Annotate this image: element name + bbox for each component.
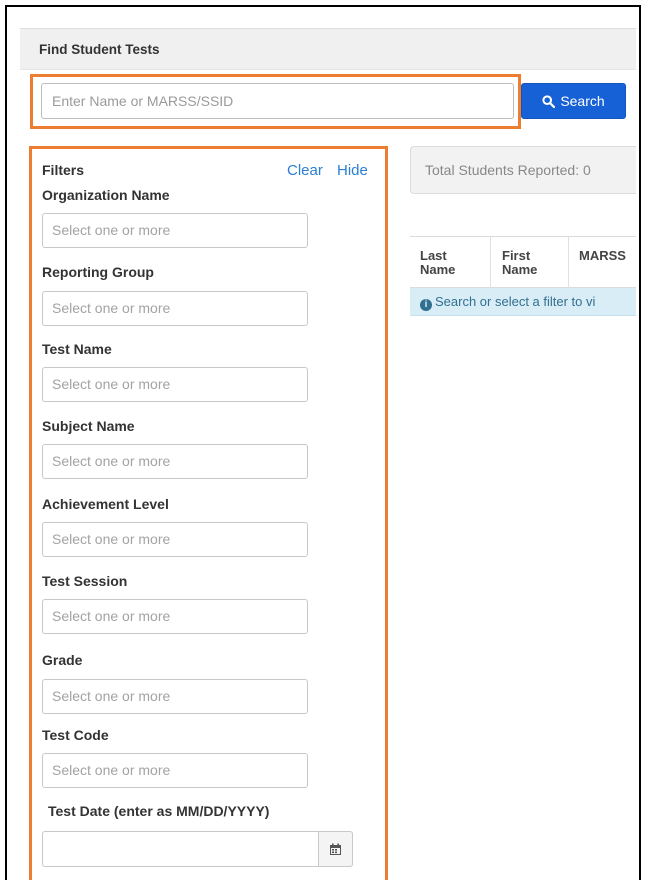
calendar-icon <box>330 843 341 855</box>
search-icon <box>542 94 556 108</box>
column-divider <box>568 237 569 288</box>
filters-title: Filters <box>42 162 85 178</box>
filter-label-test-date: Test Date (enter as MM/DD/YYYY) <box>48 803 270 819</box>
clear-filters-link[interactable]: Clear <box>287 162 323 179</box>
column-marss[interactable]: MARSS <box>579 249 626 263</box>
info-message-row: i Search or select a filter to vi <box>410 288 636 316</box>
test-name-select[interactable]: Select one or more <box>42 367 308 402</box>
search-button-label: Search <box>560 93 605 109</box>
grade-select[interactable]: Select one or more <box>42 679 308 714</box>
total-students-reported: Total Students Reported: 0 <box>410 146 636 194</box>
info-icon: i <box>420 299 432 311</box>
filter-label-test-name: Test Name <box>42 341 112 357</box>
column-first-name[interactable]: First Name <box>502 249 537 277</box>
page-header: Find Student Tests <box>20 28 636 70</box>
info-message: Search or select a filter to vi <box>435 294 596 309</box>
organization-name-select[interactable]: Select one or more <box>42 213 308 248</box>
test-session-select[interactable]: Select one or more <box>42 599 308 634</box>
filter-label-reporting-group: Reporting Group <box>42 264 154 280</box>
search-input[interactable] <box>41 83 514 119</box>
total-students-label: Total Students Reported: 0 <box>425 162 591 178</box>
test-code-select[interactable]: Select one or more <box>42 753 308 788</box>
test-date-input[interactable] <box>42 831 318 867</box>
hide-filters-link[interactable]: Hide <box>337 162 368 179</box>
filter-label-grade: Grade <box>42 652 83 668</box>
results-table-header: Last Name First Name MARSS <box>410 236 636 288</box>
column-last-name[interactable]: Last Name <box>420 249 455 277</box>
reporting-group-select[interactable]: Select one or more <box>42 291 308 326</box>
filter-label-test-session: Test Session <box>42 573 128 589</box>
search-button[interactable]: Search <box>521 83 626 119</box>
filter-label-organization-name: Organization Name <box>42 187 170 203</box>
filter-label-subject-name: Subject Name <box>42 418 135 434</box>
achievement-level-select[interactable]: Select one or more <box>42 522 308 557</box>
page-title: Find Student Tests <box>39 42 160 57</box>
filter-label-achievement-level: Achievement Level <box>42 496 169 512</box>
filter-label-test-code: Test Code <box>42 727 109 743</box>
subject-name-select[interactable]: Select one or more <box>42 444 308 479</box>
column-divider <box>490 237 491 288</box>
results-table: Last Name First Name MARSS i Search or se… <box>410 236 636 320</box>
date-picker-button[interactable] <box>318 831 353 867</box>
